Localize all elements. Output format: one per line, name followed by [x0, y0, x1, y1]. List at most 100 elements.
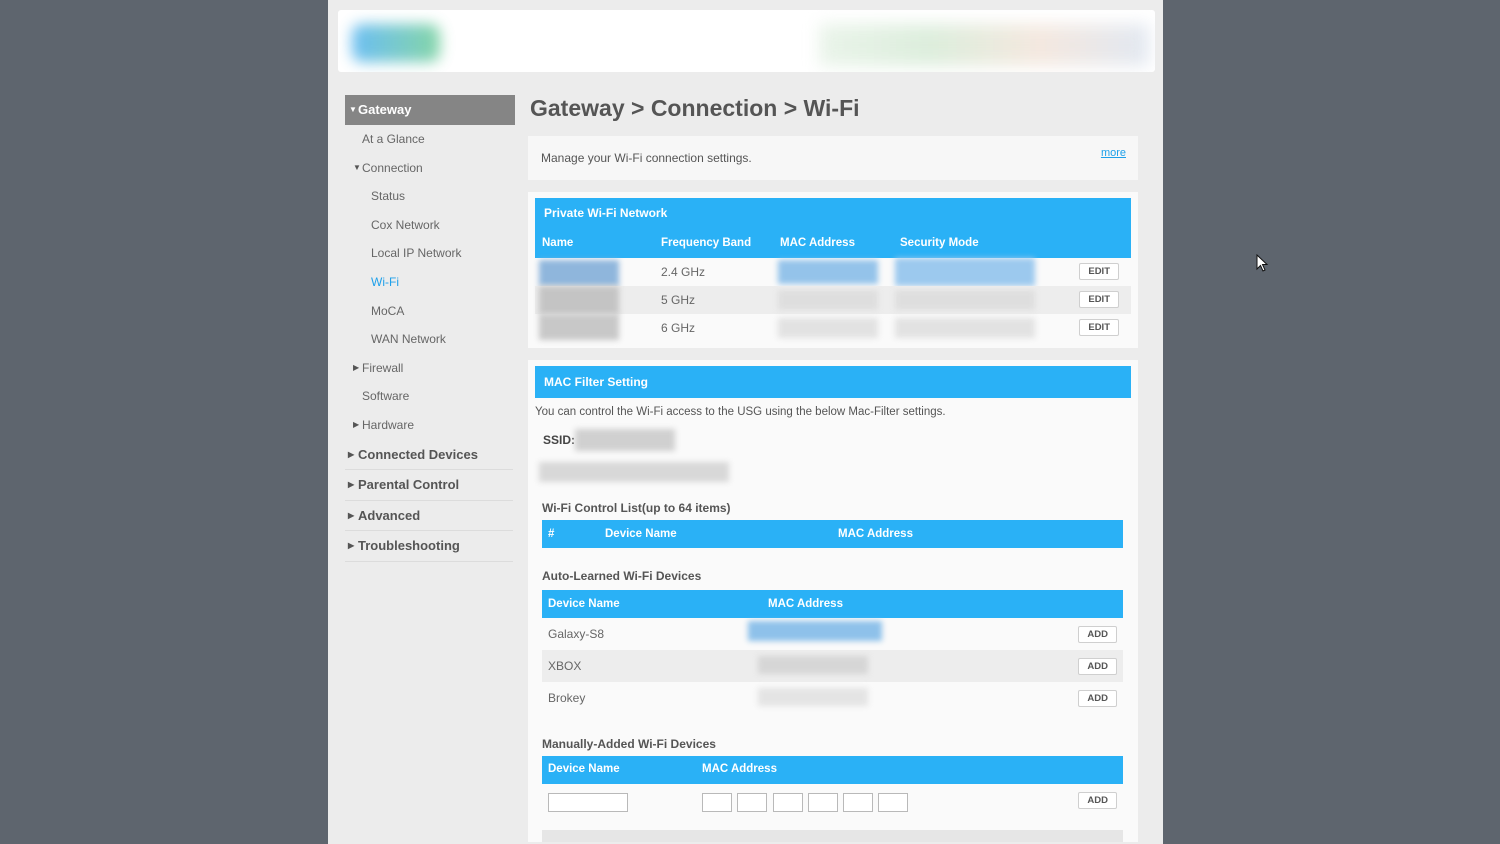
add-button[interactable]: ADD — [1078, 658, 1117, 675]
mac-octet-input[interactable] — [808, 793, 838, 812]
mouse-pointer-icon — [1256, 254, 1269, 272]
sidebar-item-label: Connected Devices — [358, 446, 478, 462]
sidebar-item-connection[interactable]: ▼ Connection — [345, 154, 515, 183]
frequency-band: 2.4 GHz — [661, 265, 706, 279]
sidebar-item-connected-devices[interactable]: ▶ Connected Devices — [345, 440, 513, 471]
column-header: Security Mode — [900, 237, 979, 249]
mac-filter-description: You can control the Wi-Fi access to the … — [535, 406, 946, 418]
edit-button[interactable]: EDIT — [1079, 319, 1119, 336]
sidebar-nav: ▼ Gateway At a Glance ▼ Connection Statu… — [345, 95, 515, 562]
ssid-label: SSID: — [543, 433, 576, 447]
mac-filter-module: MAC Filter Setting You can control the W… — [528, 360, 1138, 842]
mac-octet-input[interactable] — [878, 793, 908, 812]
caret-down-icon: ▼ — [353, 162, 361, 172]
sidebar-item-firewall[interactable]: ▶ Firewall — [345, 354, 515, 383]
header — [338, 10, 1155, 72]
private-wifi-header: Name Frequency Band MAC Address Security… — [535, 228, 1131, 258]
mac-octet-input[interactable] — [843, 793, 873, 812]
sidebar-item-gateway[interactable]: ▼ Gateway — [345, 95, 515, 125]
page-title: Gateway > Connection > Wi-Fi — [530, 95, 860, 121]
redacted-name — [539, 314, 619, 340]
sidebar-item-troubleshooting[interactable]: ▶ Troubleshooting — [345, 531, 513, 562]
column-header: Frequency Band — [661, 237, 752, 249]
sidebar-item-label: Gateway — [358, 102, 412, 117]
control-list-header: # Device Name MAC Address — [542, 520, 1123, 548]
info-box: Manage your Wi-Fi connection settings. m… — [528, 136, 1138, 180]
auto-learned-label: Auto-Learned Wi-Fi Devices — [542, 569, 702, 583]
router-admin-page: ▼ Gateway At a Glance ▼ Connection Statu… — [328, 0, 1163, 844]
sidebar-item-at-a-glance[interactable]: At a Glance — [345, 125, 515, 154]
ssid-select[interactable] — [575, 429, 675, 451]
mac-octet-input[interactable] — [737, 793, 767, 812]
main-content: Gateway > Connection > Wi-Fi Manage your… — [528, 90, 1138, 842]
column-header: MAC Address — [838, 528, 913, 540]
redacted-name — [539, 260, 619, 286]
sidebar-item-cox-network[interactable]: Cox Network — [345, 211, 515, 240]
sidebar-item-advanced[interactable]: ▶ Advanced — [345, 501, 513, 532]
sidebar-item-software[interactable]: Software — [345, 382, 515, 411]
auto-learned-row: Galaxy-S8 ADD — [542, 618, 1123, 650]
manual-header: Device Name MAC Address — [542, 756, 1123, 784]
redacted-name — [539, 286, 619, 314]
sidebar-item-label: Software — [362, 389, 410, 404]
caret-right-icon: ▶ — [348, 449, 355, 459]
caret-down-icon: ▼ — [349, 105, 357, 114]
edit-button[interactable]: EDIT — [1079, 263, 1119, 280]
sidebar-item-parental-control[interactable]: ▶ Parental Control — [345, 470, 513, 501]
wifi-network-row: 6 GHz EDIT — [535, 314, 1131, 342]
private-wifi-module: Private Wi-Fi Network Name Frequency Ban… — [528, 192, 1138, 348]
column-header: MAC Address — [780, 237, 855, 249]
column-header: Device Name — [605, 528, 677, 540]
redacted-security-mode — [895, 318, 1035, 338]
edit-button[interactable]: EDIT — [1079, 291, 1119, 308]
sidebar-item-label: Parental Control — [358, 477, 460, 493]
column-header: Device Name — [548, 598, 620, 610]
more-link[interactable]: more — [1101, 147, 1126, 159]
sidebar-item-label: MoCA — [371, 303, 405, 318]
column-header: Device Name — [548, 763, 620, 775]
sidebar-item-label: Connection — [362, 160, 423, 175]
mac-octet-input[interactable] — [702, 793, 732, 812]
sidebar-item-wifi[interactable]: Wi-Fi — [345, 268, 515, 297]
sidebar-item-local-ip-network[interactable]: Local IP Network — [345, 239, 515, 268]
sidebar-item-label: Troubleshooting — [358, 538, 460, 554]
column-header: MAC Address — [768, 598, 843, 610]
footer-bar — [542, 830, 1123, 842]
control-list-label: Wi-Fi Control List(up to 64 items) — [542, 501, 731, 515]
redacted-mac — [778, 318, 878, 338]
brand-logo[interactable] — [352, 24, 440, 62]
sidebar-item-label: Hardware — [362, 417, 415, 432]
redacted-security-mode — [895, 290, 1035, 310]
redacted-mac — [758, 688, 868, 706]
wifi-network-row: 2.4 GHz EDIT — [535, 258, 1131, 286]
device-name: XBOX — [548, 659, 582, 673]
sidebar-item-label: WAN Network — [371, 332, 446, 347]
frequency-band: 5 GHz — [661, 293, 696, 307]
filter-mode-option[interactable] — [539, 462, 729, 482]
device-name-input[interactable] — [548, 793, 628, 812]
ssid-row: SSID: — [535, 426, 1131, 458]
sidebar-item-hardware[interactable]: ▶ Hardware — [345, 411, 515, 440]
sidebar-item-label: Advanced — [358, 507, 421, 523]
sidebar-item-label: Wi-Fi — [371, 274, 399, 289]
redacted-mac — [758, 656, 868, 674]
add-button[interactable]: ADD — [1078, 626, 1117, 643]
redacted-mac — [778, 260, 878, 284]
column-header: Name — [542, 237, 574, 249]
sidebar-item-wan-network[interactable]: WAN Network — [345, 325, 515, 354]
caret-right-icon: ▶ — [353, 419, 360, 429]
sidebar-item-label: Cox Network — [371, 217, 440, 232]
mac-octet-input[interactable] — [773, 793, 803, 812]
redacted-mac — [778, 290, 878, 310]
sidebar-item-status[interactable]: Status — [345, 182, 515, 211]
sidebar-item-label: At a Glance — [362, 132, 425, 146]
frequency-band: 6 GHz — [661, 321, 696, 335]
sidebar-item-label: Firewall — [362, 360, 404, 375]
caret-right-icon: ▶ — [348, 541, 355, 551]
auto-learned-header: Device Name MAC Address — [542, 590, 1123, 618]
add-button[interactable]: ADD — [1078, 690, 1117, 707]
auto-learned-row: XBOX ADD — [542, 650, 1123, 682]
sidebar-item-moca[interactable]: MoCA — [345, 297, 515, 326]
add-button[interactable]: ADD — [1078, 792, 1117, 809]
manual-add-row: ADD — [542, 784, 1123, 820]
